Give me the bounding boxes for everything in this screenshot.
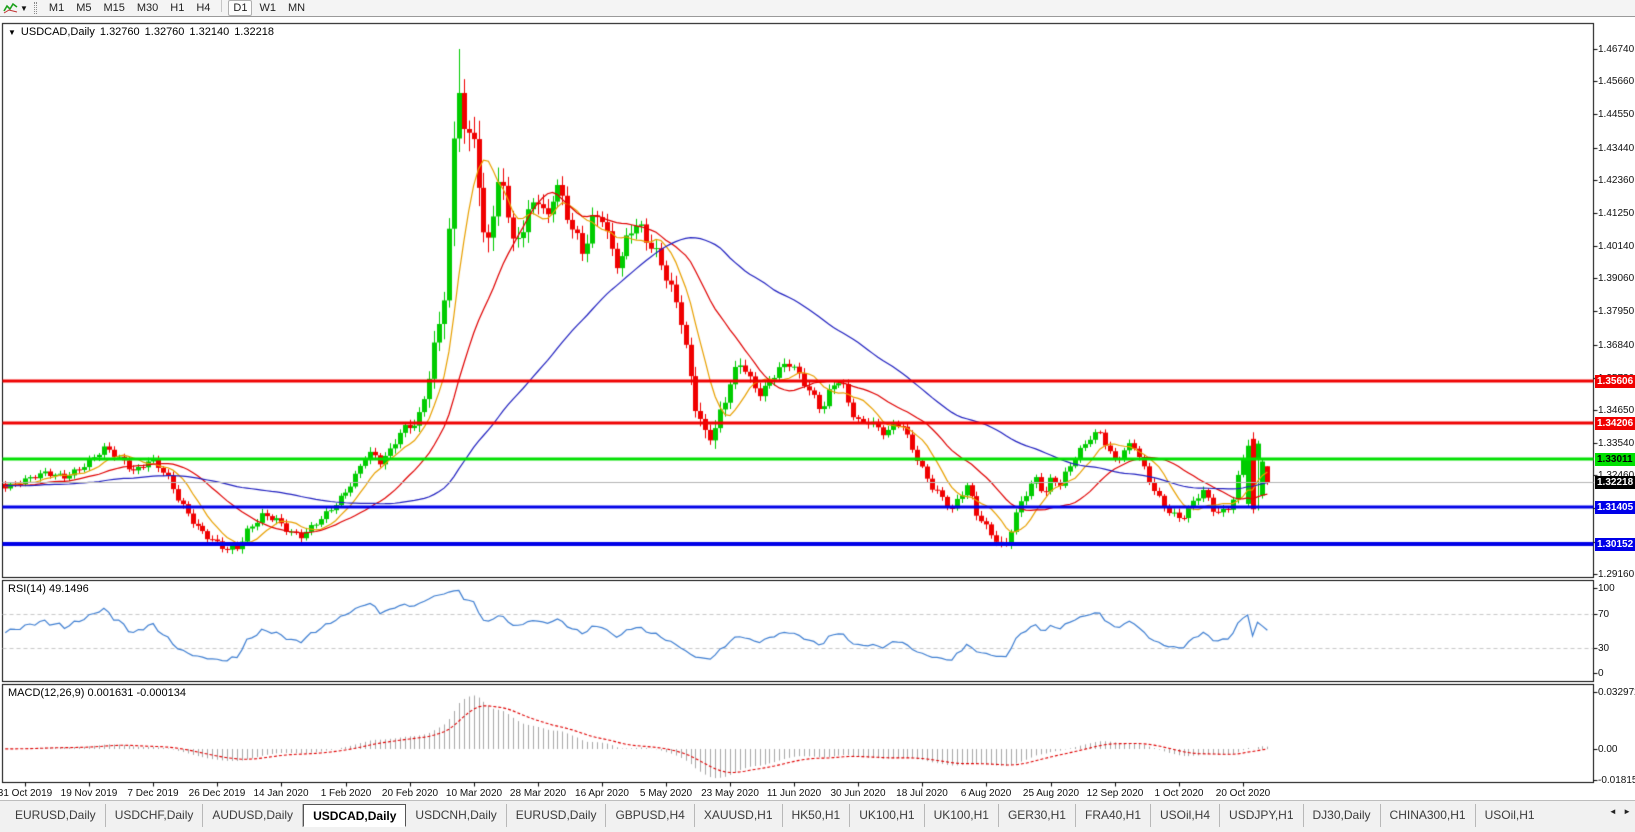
symbol-tab-china300-h1[interactable]: CHINA300,H1 <box>1381 804 1476 827</box>
timeframe-button-mn[interactable]: MN <box>283 0 310 16</box>
chart-title: ▼ USDCAD,Daily 1.32760 1.32760 1.32140 1.3221… <box>8 26 274 38</box>
ohlc-low: 1.32140 <box>189 26 230 38</box>
date-axis-label: 18 Jul 2020 <box>896 787 948 799</box>
timeframe-button-m30[interactable]: M30 <box>132 0 163 16</box>
date-axis-label: 20 Oct 2020 <box>1215 787 1271 799</box>
price-axis-label: 1.29160 <box>1598 569 1635 580</box>
price-axis-label: 1.36840 <box>1598 340 1635 351</box>
price-axis-label: 1.46740 <box>1598 44 1635 55</box>
symbol-tab-gbpusd-h4[interactable]: GBPUSD,H4 <box>606 804 695 827</box>
timeframe-button-m1[interactable]: M1 <box>44 0 69 16</box>
date-axis-label: 7 Dec 2019 <box>127 787 179 799</box>
price-axis-label: 1.39060 <box>1598 273 1635 284</box>
level-price-badge: 1.34206 <box>1595 417 1635 430</box>
price-axis-label: 1.34650 <box>1598 405 1635 416</box>
symbol-tab-hk50-h1[interactable]: HK50,H1 <box>783 804 851 827</box>
price-axis-label: 0.00 <box>1598 744 1618 755</box>
date-axis-label: 14 Jan 2020 <box>253 787 309 799</box>
symbol-tab-usdcnh-daily[interactable]: USDCNH,Daily <box>406 804 507 827</box>
date-axis-label: 16 Apr 2020 <box>575 787 629 799</box>
level-price-badge: 1.35606 <box>1595 375 1635 388</box>
symbol-tab-audusd-daily[interactable]: AUDUSD,Daily <box>203 804 304 827</box>
ohlc-high: 1.32760 <box>144 26 185 38</box>
symbol-tab-fra40-h1[interactable]: FRA40,H1 <box>1076 804 1152 827</box>
date-axis-label: 6 Aug 2020 <box>960 787 1012 799</box>
date-axis-label: 26 Dec 2019 <box>188 787 246 799</box>
rsi-pane-label: RSI(14) 49.1496 <box>8 583 89 595</box>
symbol-tab-dj30-daily[interactable]: DJ30,Daily <box>1304 804 1381 827</box>
current-price-badge: 1.32218 <box>1595 476 1635 489</box>
toolbar-grip <box>33 2 37 14</box>
symbol-tab-ger30-h1[interactable]: GER30,H1 <box>999 804 1076 827</box>
date-axis-label: 12 Sep 2020 <box>1086 787 1144 799</box>
symbol-tab-eurusd-daily[interactable]: EURUSD,Daily <box>507 804 607 827</box>
date-axis-label: 1 Oct 2020 <box>1154 787 1204 799</box>
price-axis-label: 1.40140 <box>1598 241 1635 252</box>
ohlc-close: 1.32218 <box>234 26 274 38</box>
timeframe-button-w1[interactable]: W1 <box>254 0 281 16</box>
tab-scroll-controls: ◄ ► <box>1609 807 1633 816</box>
symbol-tab-usoil-h1[interactable]: USOil,H1 <box>1476 804 1544 827</box>
timeframe-button-m15[interactable]: M15 <box>98 0 129 16</box>
symbol-tabs: EURUSD,Daily USDCHF,Daily AUDUSD,Daily USDC… <box>6 804 1601 827</box>
price-axis-label: 1.33540 <box>1598 438 1635 449</box>
collapse-triangle-icon[interactable]: ▼ <box>8 28 16 37</box>
date-axis-label: 19 Nov 2019 <box>60 787 118 799</box>
macd-pane-label: MACD(12,26,9) 0.001631 -0.000134 <box>8 687 186 699</box>
date-axis-label: 1 Feb 2020 <box>320 787 372 799</box>
chart-type-icon[interactable] <box>3 2 19 15</box>
date-axis-label: 23 May 2020 <box>701 787 759 799</box>
symbol-tab-usoil-h4[interactable]: USOil,H4 <box>1151 804 1221 827</box>
tabs-scroll-left-icon[interactable]: ◄ <box>1609 807 1619 816</box>
date-axis-label: 28 Mar 2020 <box>509 787 567 799</box>
date-axis-label: 30 Jun 2020 <box>830 787 886 799</box>
timeframe-button-h1[interactable]: H1 <box>165 0 189 16</box>
level-price-badge: 1.30152 <box>1595 538 1635 551</box>
tabs-scroll-right-icon[interactable]: ► <box>1623 807 1633 816</box>
price-axis-label: 1.43440 <box>1598 143 1635 154</box>
date-axis-label: 31 Oct 2019 <box>0 787 53 799</box>
price-axis-label: 0.032972 <box>1598 687 1635 698</box>
price-axis-label: 70 <box>1598 609 1610 620</box>
level-price-badge: 1.31405 <box>1595 501 1635 514</box>
price-axis-label: 1.45660 <box>1598 76 1635 87</box>
price-axis-label: 1.41250 <box>1598 208 1635 219</box>
application-window: ▼ M1 M5 M15 M30 H1 H4 D1 W1 MN ▼ USDCAD,Daily 1.32… <box>0 0 1635 832</box>
price-axis-label: 0 <box>1598 668 1604 679</box>
level-price-badge: 1.33011 <box>1595 453 1635 466</box>
symbol-tab-usdjpy-h1[interactable]: USDJPY,H1 <box>1220 804 1304 827</box>
timeframe-button-h4[interactable]: H4 <box>191 0 215 16</box>
date-axis-label: 10 Mar 2020 <box>445 787 503 799</box>
symbol-tab-uk100-h1[interactable]: UK100,H1 <box>925 804 999 827</box>
symbol-tab-usdchf-daily[interactable]: USDCHF,Daily <box>106 804 204 827</box>
symbol-tab-xauusd-h1[interactable]: XAUUSD,H1 <box>695 804 783 827</box>
symbol-tab-usdcad-daily[interactable]: USDCAD,Daily <box>303 804 407 827</box>
toolbar-separator <box>221 0 223 12</box>
price-axis-label: -0.01815 <box>1598 775 1635 786</box>
ohlc-open: 1.32760 <box>99 26 140 38</box>
price-chart-canvas[interactable] <box>0 17 1635 800</box>
price-axis-label: 30 <box>1598 643 1610 654</box>
date-axis-label: 5 May 2020 <box>639 787 693 799</box>
date-axis-label: 11 Jun 2020 <box>766 787 822 799</box>
timeframe-button-m5[interactable]: M5 <box>71 0 96 16</box>
date-axis-label: 25 Aug 2020 <box>1022 787 1080 799</box>
price-axis-label: 1.42360 <box>1598 175 1635 186</box>
price-axis-label: 1.44550 <box>1598 109 1635 120</box>
chart-symbol: USDCAD,Daily <box>20 26 95 38</box>
date-axis-label: 20 Feb 2020 <box>381 787 439 799</box>
price-axis-label: 100 <box>1598 583 1615 594</box>
timeframe-buttons: M1 M5 M15 M30 H1 H4 D1 W1 MN <box>43 0 311 16</box>
symbol-tab-uk100-h1[interactable]: UK100,H1 <box>850 804 925 827</box>
symbol-tab-eurusd-daily[interactable]: EURUSD,Daily <box>6 804 106 827</box>
chart-type-dropdown-caret-icon[interactable]: ▼ <box>20 4 28 13</box>
symbol-tab-bar: EURUSD,Daily USDCHF,Daily AUDUSD,Daily USDC… <box>0 800 1635 832</box>
timeframe-button-d1[interactable]: D1 <box>228 0 253 16</box>
chart-window: ▼ USDCAD,Daily 1.32760 1.32760 1.32140 1.3221… <box>0 17 1635 800</box>
price-axis-label: 1.37950 <box>1598 306 1635 317</box>
timeframe-toolbar: ▼ M1 M5 M15 M30 H1 H4 D1 W1 MN <box>0 0 1635 17</box>
